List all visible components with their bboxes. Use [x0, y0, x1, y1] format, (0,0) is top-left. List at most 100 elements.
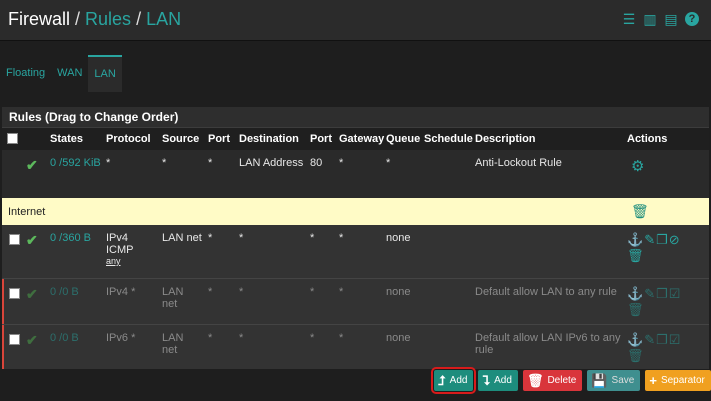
table-header-row: States Protocol Source Port Destination …: [2, 128, 709, 150]
description-cell: Default allow LAN to any rule: [473, 278, 625, 325]
protocol-cell: IPv4 ICMP any: [104, 225, 160, 279]
status-cell: ✔: [24, 150, 48, 198]
delete-button[interactable]: 🗑 Delete: [522, 370, 583, 391]
actions-cell: ⚙: [625, 150, 709, 198]
add-top-label: Add: [449, 375, 468, 386]
trash-icon[interactable]: 🗑: [627, 302, 645, 317]
description-cell: Default allow LAN IPv6 to any rule: [473, 324, 625, 369]
edit-icon[interactable]: ✎: [644, 232, 656, 247]
destination-cell: *: [237, 225, 308, 279]
anchor-icon[interactable]: ⚓: [627, 232, 644, 247]
col-description[interactable]: Description: [473, 128, 625, 150]
states-cell[interactable]: 0 /0 B: [48, 324, 104, 369]
trash-icon[interactable]: 🗑: [631, 203, 649, 219]
status-cell: ✔: [24, 225, 48, 279]
source-cell: LAN net: [160, 225, 206, 279]
add-bottom-label: Add: [494, 375, 512, 386]
table-row[interactable]: ✔ 0 /0 B IPv6 * LAN net * * * * none Def…: [2, 324, 709, 369]
gateway-cell: *: [337, 278, 384, 325]
icmp-type-link[interactable]: any: [106, 256, 158, 266]
status-cell: ✔: [24, 278, 48, 325]
schedule-cell: [422, 150, 473, 198]
states-cell[interactable]: 0 /592 KiB: [48, 150, 104, 198]
col-source[interactable]: Source: [160, 128, 206, 150]
breadcrumb-rules[interactable]: Rules: [85, 9, 131, 29]
disable-icon[interactable]: ⊘: [669, 232, 681, 247]
table-row[interactable]: ✔ 0 /360 B IPv4 ICMP any LAN net * * * * …: [2, 225, 709, 279]
row-checkbox[interactable]: [9, 334, 20, 345]
edit-icon[interactable]: ✎: [644, 286, 656, 301]
port-cell: *: [206, 278, 237, 325]
arrow-down-icon: ⮧: [482, 373, 491, 388]
row-checkbox[interactable]: [9, 288, 20, 299]
row-checkbox[interactable]: [9, 234, 20, 245]
queue-cell: none: [384, 278, 422, 325]
list-icon[interactable]: ▤: [664, 12, 678, 26]
copy-icon[interactable]: ❐: [656, 286, 669, 301]
check-icon[interactable]: ✔: [26, 332, 38, 348]
source-cell: LAN net: [160, 324, 206, 369]
edit-icon[interactable]: ✎: [644, 332, 656, 347]
actions-cell: ⚓✎❐☑ 🗑: [625, 324, 709, 369]
destination-cell: *: [237, 324, 308, 369]
col-protocol[interactable]: Protocol: [104, 128, 160, 150]
separator-label: Internet: [2, 198, 625, 225]
tab-floating[interactable]: Floating: [0, 55, 51, 92]
copy-icon[interactable]: ❐: [656, 232, 669, 247]
anchor-icon[interactable]: ⚓: [627, 332, 644, 347]
rules-panel: Rules (Drag to Change Order) States Prot…: [2, 107, 709, 369]
states-cell[interactable]: 0 /0 B: [48, 278, 104, 325]
port2-cell: *: [308, 225, 337, 279]
trash-icon[interactable]: 🗑: [627, 248, 645, 263]
save-button[interactable]: 💾 Save: [587, 370, 641, 391]
sliders-icon[interactable]: ☰: [622, 12, 636, 26]
copy-icon[interactable]: ❐: [656, 332, 669, 347]
col-port2[interactable]: Port: [308, 128, 337, 150]
select-all-checkbox[interactable]: [7, 133, 18, 144]
col-gateway[interactable]: Gateway: [337, 128, 384, 150]
check-icon[interactable]: ✔: [26, 286, 38, 302]
col-port[interactable]: Port: [206, 128, 237, 150]
check-icon: ✔: [26, 157, 38, 173]
bar-chart-icon[interactable]: ▥: [643, 12, 657, 26]
separator-actions: 🗑: [625, 198, 709, 225]
col-schedule[interactable]: Schedule: [422, 128, 473, 150]
table-row[interactable]: ✔ 0 /0 B IPv4 * LAN net * * * * none Def…: [2, 278, 709, 325]
check-icon[interactable]: ✔: [26, 232, 38, 248]
select-cell: [2, 225, 24, 279]
select-cell: [2, 278, 24, 325]
breadcrumb-firewall: Firewall: [8, 9, 71, 29]
breadcrumb-sep: /: [136, 9, 142, 29]
separator-button[interactable]: + Separator: [645, 370, 711, 391]
protocol-cell: *: [104, 150, 160, 198]
gateway-cell: *: [337, 150, 384, 198]
schedule-cell: [422, 225, 473, 279]
protocol-value: IPv4 ICMP: [106, 232, 134, 256]
tab-lan[interactable]: LAN: [88, 55, 122, 92]
gateway-cell: *: [337, 324, 384, 369]
source-cell: *: [160, 150, 206, 198]
trash-icon: 🗑: [526, 373, 544, 388]
separator-row[interactable]: Internet 🗑: [2, 198, 709, 225]
col-states[interactable]: States: [48, 128, 104, 150]
select-cell: [2, 324, 24, 369]
add-bottom-button[interactable]: ⮧ Add: [478, 370, 518, 391]
col-destination[interactable]: Destination: [237, 128, 308, 150]
anchor-icon[interactable]: ⚓: [627, 286, 644, 301]
trash-icon[interactable]: 🗑: [627, 348, 645, 363]
add-top-button[interactable]: ⮥ Add: [430, 367, 477, 394]
select-all-header: [2, 128, 24, 150]
breadcrumb-lan[interactable]: LAN: [146, 9, 181, 29]
breadcrumb: Firewall / Rules / LAN: [8, 9, 181, 30]
col-queue[interactable]: Queue: [384, 128, 422, 150]
help-icon[interactable]: ?: [685, 12, 699, 26]
states-cell[interactable]: 0 /360 B: [48, 225, 104, 279]
actions-cell: ⚓✎❐☑ 🗑: [625, 278, 709, 325]
destination-cell: LAN Address: [237, 150, 308, 198]
enable-icon[interactable]: ☑: [669, 286, 682, 301]
gear-icon[interactable]: ⚙: [631, 158, 645, 175]
breadcrumb-sep: /: [75, 9, 81, 29]
port2-cell: *: [308, 278, 337, 325]
tab-wan[interactable]: WAN: [51, 55, 88, 92]
enable-icon[interactable]: ☑: [669, 332, 682, 347]
